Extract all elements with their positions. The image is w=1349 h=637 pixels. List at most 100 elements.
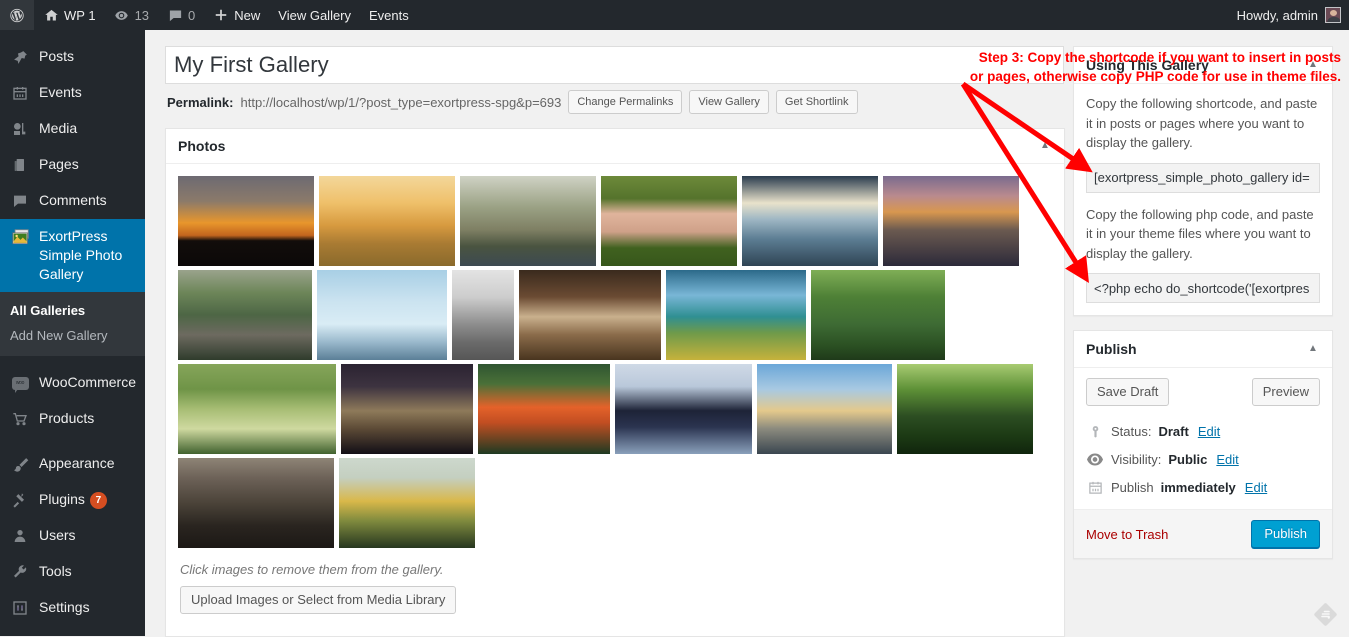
publish-box: Publish ▲ Save Draft Preview Status: Dra… [1073, 330, 1333, 559]
status-value: Draft [1158, 423, 1189, 439]
gallery-photo[interactable] [178, 364, 336, 454]
gallery-photo[interactable] [757, 364, 892, 454]
sidebar-item-woocommerce[interactable]: woo WooCommerce [0, 365, 145, 401]
status-row: Status: Draft Edit [1086, 417, 1320, 445]
calendar-icon [1086, 478, 1104, 496]
visibility-row: Visibility: Public Edit [1086, 445, 1320, 473]
visibility-edit-link[interactable]: Edit [1216, 452, 1238, 467]
site-name-menu[interactable]: WP 1 [34, 0, 105, 30]
home-icon [43, 7, 59, 23]
shortcode-input[interactable] [1086, 162, 1320, 193]
permalink-url[interactable]: http://localhost/wp/1/?post_type=exortpr… [240, 95, 561, 110]
sidebar-item-comments[interactable]: Comments [0, 183, 145, 219]
account-menu[interactable]: Howdy, admin [1237, 7, 1349, 23]
woocommerce-icon: woo [10, 373, 30, 393]
photos-postbox-header[interactable]: Photos ▲ [166, 129, 1064, 164]
pin-status-icon [1086, 422, 1104, 440]
submenu-label: Add New Gallery [10, 328, 108, 343]
sidebar-item-add-new-gallery[interactable]: Add New Gallery [0, 323, 145, 348]
gallery-photo[interactable] [341, 364, 473, 454]
sidebar-item-media[interactable]: Media [0, 111, 145, 147]
updates-icon [114, 7, 130, 23]
cart-icon [10, 409, 30, 429]
publish-major-actions: Move to Trash Publish [1074, 509, 1332, 558]
gallery-photo[interactable] [317, 270, 447, 360]
chevron-up-icon[interactable]: ▲ [1038, 139, 1052, 153]
gallery-photo[interactable] [460, 176, 596, 266]
chevron-up-icon[interactable]: ▲ [1306, 58, 1320, 72]
plug-icon [10, 490, 30, 510]
change-permalinks-button[interactable]: Change Permalinks [568, 90, 683, 114]
visibility-value: Public [1168, 451, 1208, 467]
move-to-trash-link[interactable]: Move to Trash [1086, 527, 1168, 542]
upload-row: Upload Images or Select from Media Libra… [178, 586, 1052, 624]
sidebar-item-exortpress-simple-photo-gallery[interactable]: ExortPress Simple Photo Gallery [0, 219, 145, 292]
gallery-photo[interactable] [339, 458, 475, 548]
wordpress-logo-icon [9, 7, 25, 23]
publish-box-header[interactable]: Publish ▲ [1074, 331, 1332, 368]
sidebar-item-settings[interactable]: Settings [0, 590, 145, 626]
gallery-photo[interactable] [601, 176, 737, 266]
menu-separator [0, 437, 145, 446]
using-this-gallery-header[interactable]: Using This Gallery ▲ [1074, 47, 1332, 84]
gallery-photo[interactable] [666, 270, 806, 360]
pages-icon [10, 155, 30, 175]
new-content-menu[interactable]: New [204, 0, 269, 30]
sidebar-label: Pages [39, 156, 79, 172]
save-draft-button[interactable]: Save Draft [1086, 378, 1170, 406]
preview-button[interactable]: Preview [1251, 378, 1320, 406]
gallery-photo[interactable] [811, 270, 945, 360]
view-gallery-label: View Gallery [278, 7, 352, 23]
publish-date-value: immediately [1160, 479, 1236, 495]
publish-box-title: Publish [1086, 341, 1137, 357]
events-menu[interactable]: Events [360, 0, 418, 30]
view-gallery-menu[interactable]: View Gallery [269, 0, 360, 30]
sidebar-item-all-galleries[interactable]: All Galleries [0, 298, 145, 323]
remove-hint: Click images to remove them from the gal… [180, 562, 444, 577]
gallery-photo[interactable] [519, 270, 661, 360]
gallery-photo[interactable] [615, 364, 752, 454]
gallery-photo[interactable] [478, 364, 610, 454]
sidebar-item-posts[interactable]: Posts [0, 39, 145, 75]
sidebar-item-appearance[interactable]: Appearance [0, 446, 145, 482]
gallery-photo[interactable] [897, 364, 1033, 454]
sidebar-label: Comments [39, 192, 107, 208]
status-edit-link[interactable]: Edit [1198, 424, 1220, 439]
gallery-photo[interactable] [452, 270, 514, 360]
view-gallery-button[interactable]: View Gallery [689, 90, 769, 114]
sidebar-item-products[interactable]: Products [0, 401, 145, 437]
upload-images-button[interactable]: Upload Images or Select from Media Libra… [180, 586, 457, 614]
gallery-title-input[interactable] [165, 46, 1064, 84]
sidebar-item-pages[interactable]: Pages [0, 147, 145, 183]
status-label: Status: [1111, 423, 1152, 439]
get-shortlink-button[interactable]: Get Shortlink [775, 90, 858, 114]
updates-menu[interactable]: 13 [105, 0, 158, 30]
chevron-up-icon[interactable]: ▲ [1306, 342, 1320, 356]
resize-handle-icon[interactable] [1313, 602, 1339, 628]
gallery-photo[interactable] [178, 176, 314, 266]
submenu-label: All Galleries [10, 303, 86, 318]
gallery-photo[interactable] [178, 270, 312, 360]
sidebar-item-events[interactable]: Events [0, 75, 145, 111]
sidebar-item-plugins[interactable]: Plugins 7 [0, 482, 145, 518]
gallery-photo[interactable] [742, 176, 878, 266]
comments-menu[interactable]: 0 [158, 0, 204, 30]
php-code-input[interactable] [1086, 273, 1320, 303]
publish-button[interactable]: Publish [1251, 520, 1320, 548]
gallery-photo[interactable] [178, 458, 334, 548]
using-this-gallery-inside: Copy the following shortcode, and paste … [1074, 84, 1332, 315]
gallery-photo[interactable] [883, 176, 1019, 266]
gallery-photo[interactable] [319, 176, 455, 266]
sidebar-item-tools[interactable]: Tools [0, 554, 145, 590]
comment-bubble-icon [167, 7, 183, 23]
wp-logo-menu[interactable] [0, 0, 34, 30]
publish-date-edit-link[interactable]: Edit [1245, 480, 1267, 495]
sidebar-item-users[interactable]: Users [0, 518, 145, 554]
sidebar-postbox-container: Using This Gallery ▲ Copy the following … [1073, 46, 1333, 573]
admin-sidebar: Posts Events Media Pages Comments ExortP… [0, 30, 145, 636]
calendar-icon [10, 83, 30, 103]
wrench-icon [10, 562, 30, 582]
sidebar-label: Plugins 7 [39, 490, 145, 509]
publish-actions-row: Save Draft Preview [1086, 378, 1320, 406]
brush-icon [10, 454, 30, 474]
